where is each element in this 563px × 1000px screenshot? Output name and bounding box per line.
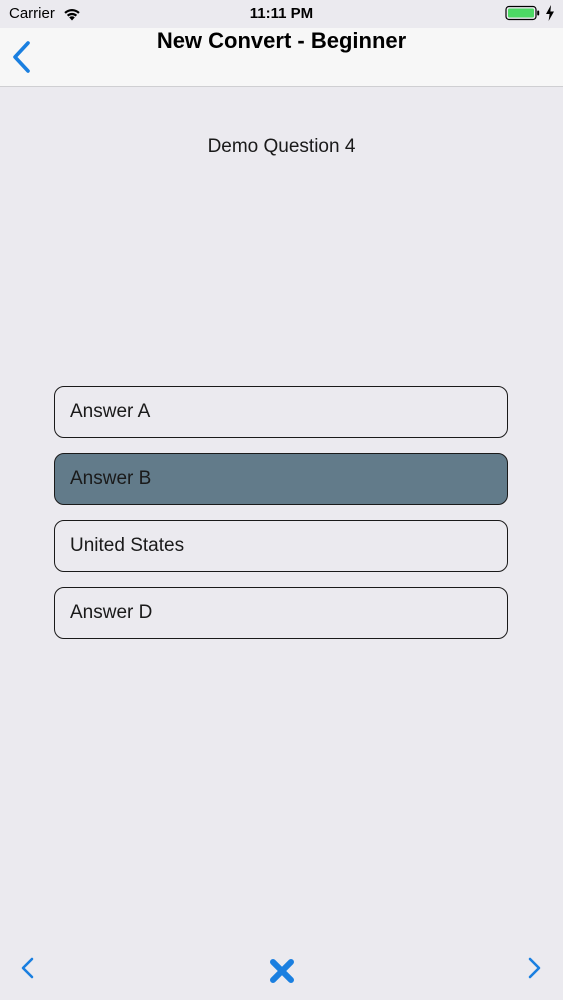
answer-label: Answer B	[70, 468, 152, 489]
page-title: New Convert - Beginner	[156, 28, 407, 53]
charging-bolt-icon	[546, 5, 554, 21]
status-time: 11:11 PM	[249, 5, 314, 22]
answer-option-a[interactable]: Answer A	[54, 386, 508, 438]
answer-label: Answer D	[70, 602, 153, 623]
answer-label: Answer A	[70, 401, 151, 422]
nav-bar: New Convert - Beginner	[0, 28, 563, 87]
answer-label: United States	[70, 535, 185, 556]
battery-icon	[505, 5, 540, 21]
answer-list: Answer A Answer B United States Answer D	[54, 386, 508, 654]
previous-chevron-icon[interactable]	[18, 956, 38, 980]
question-text: Demo Question 4	[207, 136, 356, 157]
status-right	[505, 5, 555, 21]
next-chevron-icon[interactable]	[524, 956, 544, 980]
answer-option-b[interactable]: Answer B	[54, 453, 508, 505]
answer-option-c[interactable]: United States	[54, 520, 508, 572]
answer-option-d[interactable]: Answer D	[54, 587, 508, 639]
close-x-icon[interactable]	[269, 958, 295, 984]
status-bar: Carrier 11:11 PM	[0, 0, 563, 28]
